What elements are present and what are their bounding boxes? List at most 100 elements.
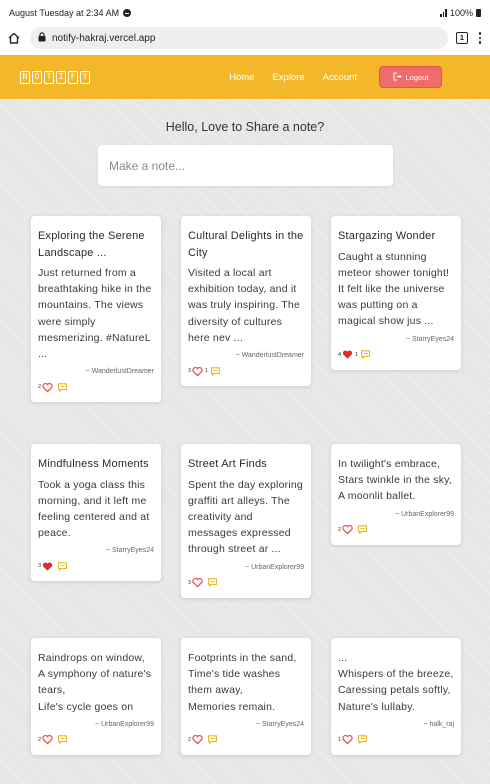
tabs-count-button[interactable]: 1 xyxy=(456,32,468,44)
note-author: ~ StarryEyes24 xyxy=(255,720,304,728)
note-actions: 3 xyxy=(38,557,154,575)
note-actions: 2 xyxy=(188,731,304,749)
note-card[interactable]: In twilight's embrace, Stars twinkle in … xyxy=(331,444,461,545)
note-title: Cultural Delights in the City xyxy=(188,230,304,259)
note-card[interactable]: Cultural Delights in the City Visited a l… xyxy=(181,216,311,387)
logout-button[interactable]: Logout xyxy=(379,66,442,88)
browser-toolbar: notify-hakraj.vercel.app 1 xyxy=(0,26,490,50)
note-author: ~ halk_raj xyxy=(423,720,454,728)
more-options-icon[interactable] xyxy=(476,32,484,44)
note-actions: 2 xyxy=(38,731,154,749)
note-author: ~ UrbanExplorer99 xyxy=(245,563,304,571)
note-body: Caught a stunning meteor shower tonight!… xyxy=(338,250,450,328)
battery-icon xyxy=(476,9,481,17)
signal-icon xyxy=(440,9,447,17)
nav-links: Home Explore Account Logout xyxy=(229,66,470,88)
comment-icon[interactable] xyxy=(360,349,371,360)
logo-letter: I xyxy=(56,70,66,84)
comment-icon[interactable] xyxy=(207,734,218,745)
status-right: 100% xyxy=(440,8,481,18)
note-actions: 2 xyxy=(338,521,454,539)
heart-icon[interactable] xyxy=(192,734,203,745)
likes-count: 3 xyxy=(188,579,192,586)
note-body: ... Whispers of the breeze, Caressing pe… xyxy=(338,652,454,713)
note-body: Visited a local art exhibition today, an… xyxy=(188,267,300,344)
note-card[interactable]: ... Whispers of the breeze, Caressing pe… xyxy=(331,638,461,755)
heart-icon[interactable] xyxy=(42,734,53,745)
heart-icon[interactable] xyxy=(42,561,53,572)
note-body: Took a yoga class this morning, and it l… xyxy=(38,478,150,540)
note-author: ~ StarryEyes24 xyxy=(405,335,454,343)
likes-count: 3 xyxy=(38,563,42,570)
likes-count: 1 xyxy=(338,736,342,743)
lock-icon xyxy=(38,31,46,45)
note-title: Exploring the Serene Landscape ... xyxy=(38,230,145,259)
logout-label: Logout xyxy=(405,72,429,82)
nav-link-account[interactable]: Account xyxy=(323,72,357,83)
heart-icon[interactable] xyxy=(342,349,353,360)
note-title: Mindfulness Moments xyxy=(38,458,149,470)
note-actions: 1 xyxy=(338,731,454,749)
address-bar[interactable]: notify-hakraj.vercel.app xyxy=(30,27,448,49)
comment-icon[interactable] xyxy=(207,577,218,588)
main-content: Hello, Love to Share a note? Exploring t… xyxy=(0,99,490,784)
comment-icon[interactable] xyxy=(57,561,68,572)
note-card[interactable]: Stargazing Wonder Caught a stunning meteo… xyxy=(331,216,461,370)
note-body: Just returned from a breathtaking hike i… xyxy=(38,267,152,361)
note-actions: 3 xyxy=(188,574,304,592)
note-author: ~ UrbanExplorer99 xyxy=(95,720,154,728)
note-author: ~ WanderlustDreamer xyxy=(85,368,154,376)
url-text: notify-hakraj.vercel.app xyxy=(52,32,156,44)
likes-count: 2 xyxy=(338,526,342,533)
note-author: ~ StarryEyes24 xyxy=(105,547,154,555)
heart-icon[interactable] xyxy=(192,577,203,588)
nav-link-home[interactable]: Home xyxy=(229,72,254,83)
note-card[interactable]: Mindfulness Moments Took a yoga class thi… xyxy=(31,444,161,582)
logout-icon xyxy=(393,72,402,83)
heart-icon[interactable] xyxy=(342,524,353,535)
logo-letter: Y xyxy=(80,70,90,84)
note-card[interactable]: Exploring the Serene Landscape ... Just r… xyxy=(31,216,161,403)
logo-letter: T xyxy=(44,70,54,84)
likes-count: 4 xyxy=(338,351,342,358)
likes-count: 3 xyxy=(188,368,192,375)
notify-logo[interactable]: N O T I F Y xyxy=(20,70,90,84)
note-card[interactable]: Footprints in the sand, Time's tide wash… xyxy=(181,638,311,755)
status-bar: August Tuesday at 2:34 AM 100% xyxy=(0,0,490,26)
nav-link-explore[interactable]: Explore xyxy=(272,72,304,83)
comment-icon[interactable] xyxy=(357,524,368,535)
logo-letter: O xyxy=(32,70,42,84)
note-body: Raindrops on window, A symphony of natur… xyxy=(38,652,152,713)
note-body: Footprints in the sand, Time's tide wash… xyxy=(188,652,297,713)
likes-count: 2 xyxy=(38,384,42,391)
comment-icon[interactable] xyxy=(57,734,68,745)
app-navbar: N O T I F Y Home Explore Account Logout xyxy=(0,55,490,99)
status-time: August Tuesday at 2:34 AM xyxy=(9,8,120,18)
comment-icon[interactable] xyxy=(357,734,368,745)
comments-count: 1 xyxy=(205,368,209,375)
heart-icon[interactable] xyxy=(342,734,353,745)
note-author: ~ WanderlustDreamer xyxy=(235,352,304,360)
note-title: Street Art Finds xyxy=(188,458,268,470)
heart-icon[interactable] xyxy=(192,366,203,377)
comments-count: 1 xyxy=(355,351,359,358)
logo-letter: F xyxy=(68,70,78,84)
logo-letter: N xyxy=(20,70,30,84)
note-actions: 2 xyxy=(38,378,154,396)
note-title: Stargazing Wonder xyxy=(338,230,436,242)
home-icon[interactable] xyxy=(6,30,22,46)
note-actions: 31 xyxy=(188,362,304,380)
note-body: In twilight's embrace, Stars twinkle in … xyxy=(338,458,452,503)
note-author: ~ UrbanExplorer99 xyxy=(395,510,454,518)
status-left: August Tuesday at 2:34 AM xyxy=(9,8,132,18)
comment-icon[interactable] xyxy=(57,382,68,393)
do-not-disturb-icon xyxy=(123,9,132,17)
comment-icon[interactable] xyxy=(210,366,221,377)
heart-icon[interactable] xyxy=(42,382,53,393)
note-card[interactable]: Raindrops on window, A symphony of natur… xyxy=(31,638,161,755)
likes-count: 2 xyxy=(188,736,192,743)
make-note-input[interactable] xyxy=(98,145,393,186)
note-card[interactable]: Street Art Finds Spent the day exploring … xyxy=(181,444,311,598)
battery-percent: 100% xyxy=(449,8,473,18)
likes-count: 2 xyxy=(38,736,42,743)
